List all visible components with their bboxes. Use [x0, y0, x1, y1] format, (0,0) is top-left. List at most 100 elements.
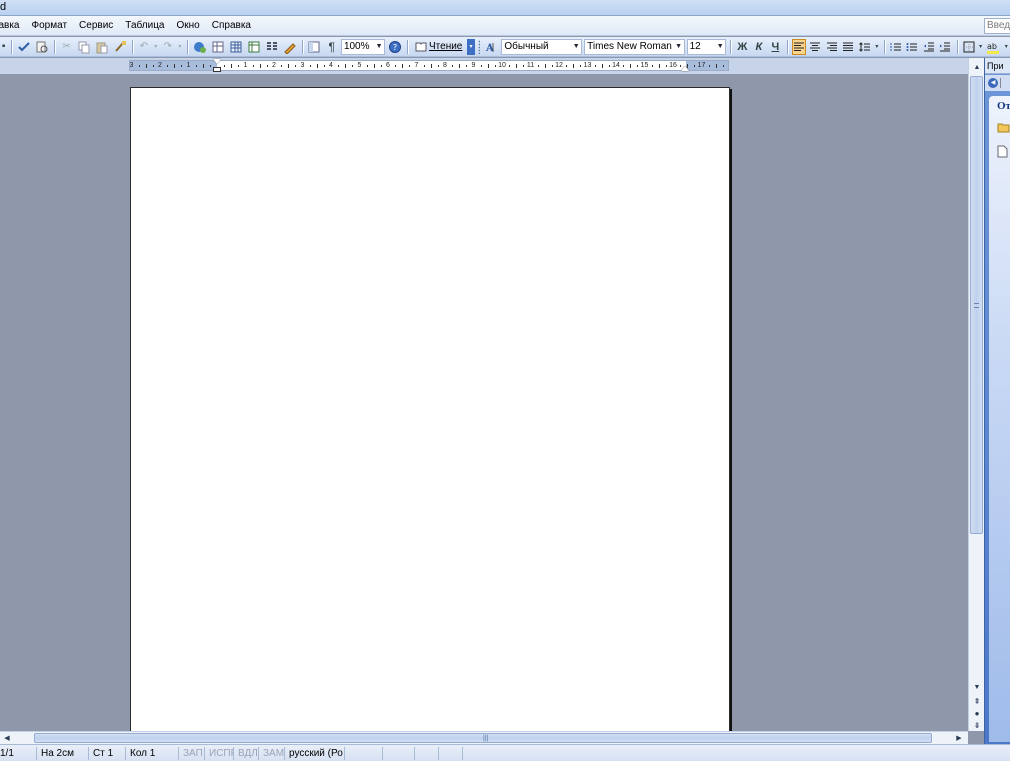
- task-pane-section-title: От: [997, 100, 1010, 112]
- hyperlink-icon[interactable]: [192, 39, 208, 55]
- paragraph-mark-icon[interactable]: ¶: [324, 39, 339, 55]
- menu-format[interactable]: Формат: [26, 16, 74, 36]
- ruler-number: 10: [498, 62, 506, 69]
- scroll-down-icon[interactable]: ▼: [970, 680, 984, 694]
- highlight-icon[interactable]: ab: [985, 39, 1001, 55]
- chevron-down-icon[interactable]: ▼: [571, 40, 581, 54]
- toolbar-grip[interactable]: [477, 39, 481, 54]
- next-page-icon[interactable]: ⇟: [970, 718, 984, 732]
- scroll-up-icon[interactable]: ▲: [970, 60, 984, 74]
- ruler-tick: [174, 64, 176, 68]
- numbering-icon[interactable]: [889, 39, 904, 55]
- horizontal-scrollbar[interactable]: ◀ ||| ▶: [0, 731, 968, 744]
- cut-icon[interactable]: ✂: [59, 39, 74, 55]
- horizontal-scroll-thumb[interactable]: |||: [34, 733, 932, 743]
- reading-mode-button[interactable]: Чтение: [411, 39, 466, 55]
- left-indent-marker[interactable]: [213, 67, 221, 72]
- research-icon[interactable]: [34, 39, 50, 55]
- tables-borders-icon[interactable]: [210, 39, 226, 55]
- justify-icon[interactable]: [841, 39, 856, 55]
- status-track-changes[interactable]: ИСПР: [205, 746, 234, 760]
- decrease-indent-icon[interactable]: [922, 39, 937, 55]
- back-icon[interactable]: ◀: [988, 78, 998, 88]
- chevron-down-icon[interactable]: ▼: [674, 40, 684, 54]
- document-map-icon[interactable]: [306, 39, 322, 55]
- toolbar: ▪ ✂ ↶ ▾ ↷ ▾ ¶ 100% ▼ ? Чтение ▾ A Обычны…: [0, 37, 1010, 57]
- status-overtype[interactable]: ЗАМ: [259, 746, 285, 760]
- redo-dropdown-icon[interactable]: ▾: [177, 39, 183, 55]
- font-size-combo[interactable]: 12 ▼: [686, 38, 727, 55]
- align-left-icon[interactable]: [791, 38, 807, 55]
- menu-help[interactable]: Справка: [206, 16, 257, 36]
- window-title: d: [0, 1, 7, 13]
- redo-icon[interactable]: ↷: [161, 39, 176, 55]
- chevron-down-icon[interactable]: ▾: [978, 39, 984, 55]
- ruler-number: 2: [158, 62, 162, 69]
- menu-window[interactable]: Окно: [171, 16, 206, 36]
- format-painter-icon[interactable]: [112, 39, 128, 55]
- underline-button[interactable]: Ч: [768, 39, 783, 55]
- ruler-tick: [665, 65, 667, 67]
- ruler-tick: [309, 65, 311, 67]
- document-page[interactable]: [130, 87, 730, 731]
- chevron-down-icon[interactable]: ▾: [1003, 39, 1009, 55]
- bullets-icon[interactable]: [905, 39, 920, 55]
- menu-tools[interactable]: Сервис: [73, 16, 119, 36]
- insert-excel-icon[interactable]: [246, 39, 262, 55]
- status-language[interactable]: русский (Ро: [285, 746, 345, 760]
- vertical-scrollbar[interactable]: ▲ ▼ ⇞ ● ⇟: [968, 58, 984, 731]
- copy-icon[interactable]: [76, 39, 92, 55]
- paste-icon[interactable]: [94, 39, 110, 55]
- spelling-icon[interactable]: [16, 39, 32, 55]
- menu-table[interactable]: Таблица: [119, 16, 170, 36]
- bold-button[interactable]: Ж: [735, 39, 750, 55]
- scroll-left-icon[interactable]: ◀: [0, 732, 14, 744]
- task-pane-nav: ◀: [985, 75, 1010, 91]
- status-record[interactable]: ЗАП: [179, 746, 205, 760]
- ruler-tick: [630, 64, 632, 68]
- ruler-tick: [566, 65, 568, 67]
- horizontal-ruler[interactable]: 3 2 1 1 2 3 4 5 6 7 8 9 10 11 12 13 14 15 16 17: [129, 59, 729, 72]
- chevron-down-icon[interactable]: ▼: [715, 40, 725, 54]
- ruler-tick: [544, 64, 546, 68]
- ruler-tick: [437, 65, 439, 67]
- chevron-down-icon[interactable]: ▼: [374, 40, 384, 54]
- zoom-combo[interactable]: 100% ▼: [340, 38, 386, 55]
- ruler-tick: [623, 65, 625, 67]
- align-center-icon[interactable]: [808, 39, 823, 55]
- separator: [1000, 78, 1001, 88]
- borders-icon[interactable]: [961, 39, 976, 55]
- italic-button[interactable]: К: [752, 39, 767, 55]
- increase-indent-icon[interactable]: [938, 39, 953, 55]
- insert-table-icon[interactable]: [228, 39, 244, 55]
- help-icon[interactable]: ?: [387, 39, 403, 55]
- ruler-tick: [352, 65, 354, 67]
- columns-icon[interactable]: [264, 39, 280, 55]
- vertical-scroll-thumb[interactable]: [970, 76, 983, 534]
- font-value: Times New Roman: [587, 41, 672, 52]
- status-extend[interactable]: ВДЛ: [234, 746, 259, 760]
- open-folder-icon[interactable]: [997, 120, 1010, 134]
- scroll-right-icon[interactable]: ▶: [952, 732, 966, 744]
- ruler-area: 3 2 1 1 2 3 4 5 6 7 8 9 10 11 12 13 14 15 16 17: [0, 58, 968, 74]
- align-right-icon[interactable]: [825, 39, 840, 55]
- drawing-icon[interactable]: [282, 39, 298, 55]
- line-spacing-icon[interactable]: [858, 39, 873, 55]
- new-document-icon[interactable]: ▪: [0, 39, 7, 55]
- undo-icon[interactable]: ↶: [137, 39, 152, 55]
- font-combo[interactable]: Times New Roman ▼: [584, 38, 685, 55]
- style-combo[interactable]: Обычный ▼: [501, 38, 583, 55]
- menu-insert[interactable]: тавка: [0, 16, 26, 36]
- ruler-tick: [694, 65, 696, 67]
- undo-dropdown-icon[interactable]: ▾: [153, 39, 159, 55]
- styles-formatting-icon[interactable]: A: [483, 39, 499, 55]
- help-search-input[interactable]: Введ: [984, 18, 1010, 34]
- new-document-icon[interactable]: [997, 144, 1010, 158]
- task-pane: При ◀ От: [984, 58, 1010, 744]
- chevron-down-icon[interactable]: ▾: [874, 39, 880, 55]
- toolbar-options-icon[interactable]: ▾: [467, 38, 475, 55]
- first-line-indent-marker[interactable]: [213, 59, 221, 64]
- ruler-number: 5: [357, 62, 362, 69]
- ruler-tick: [145, 64, 147, 68]
- style-value: Обычный: [504, 41, 549, 52]
